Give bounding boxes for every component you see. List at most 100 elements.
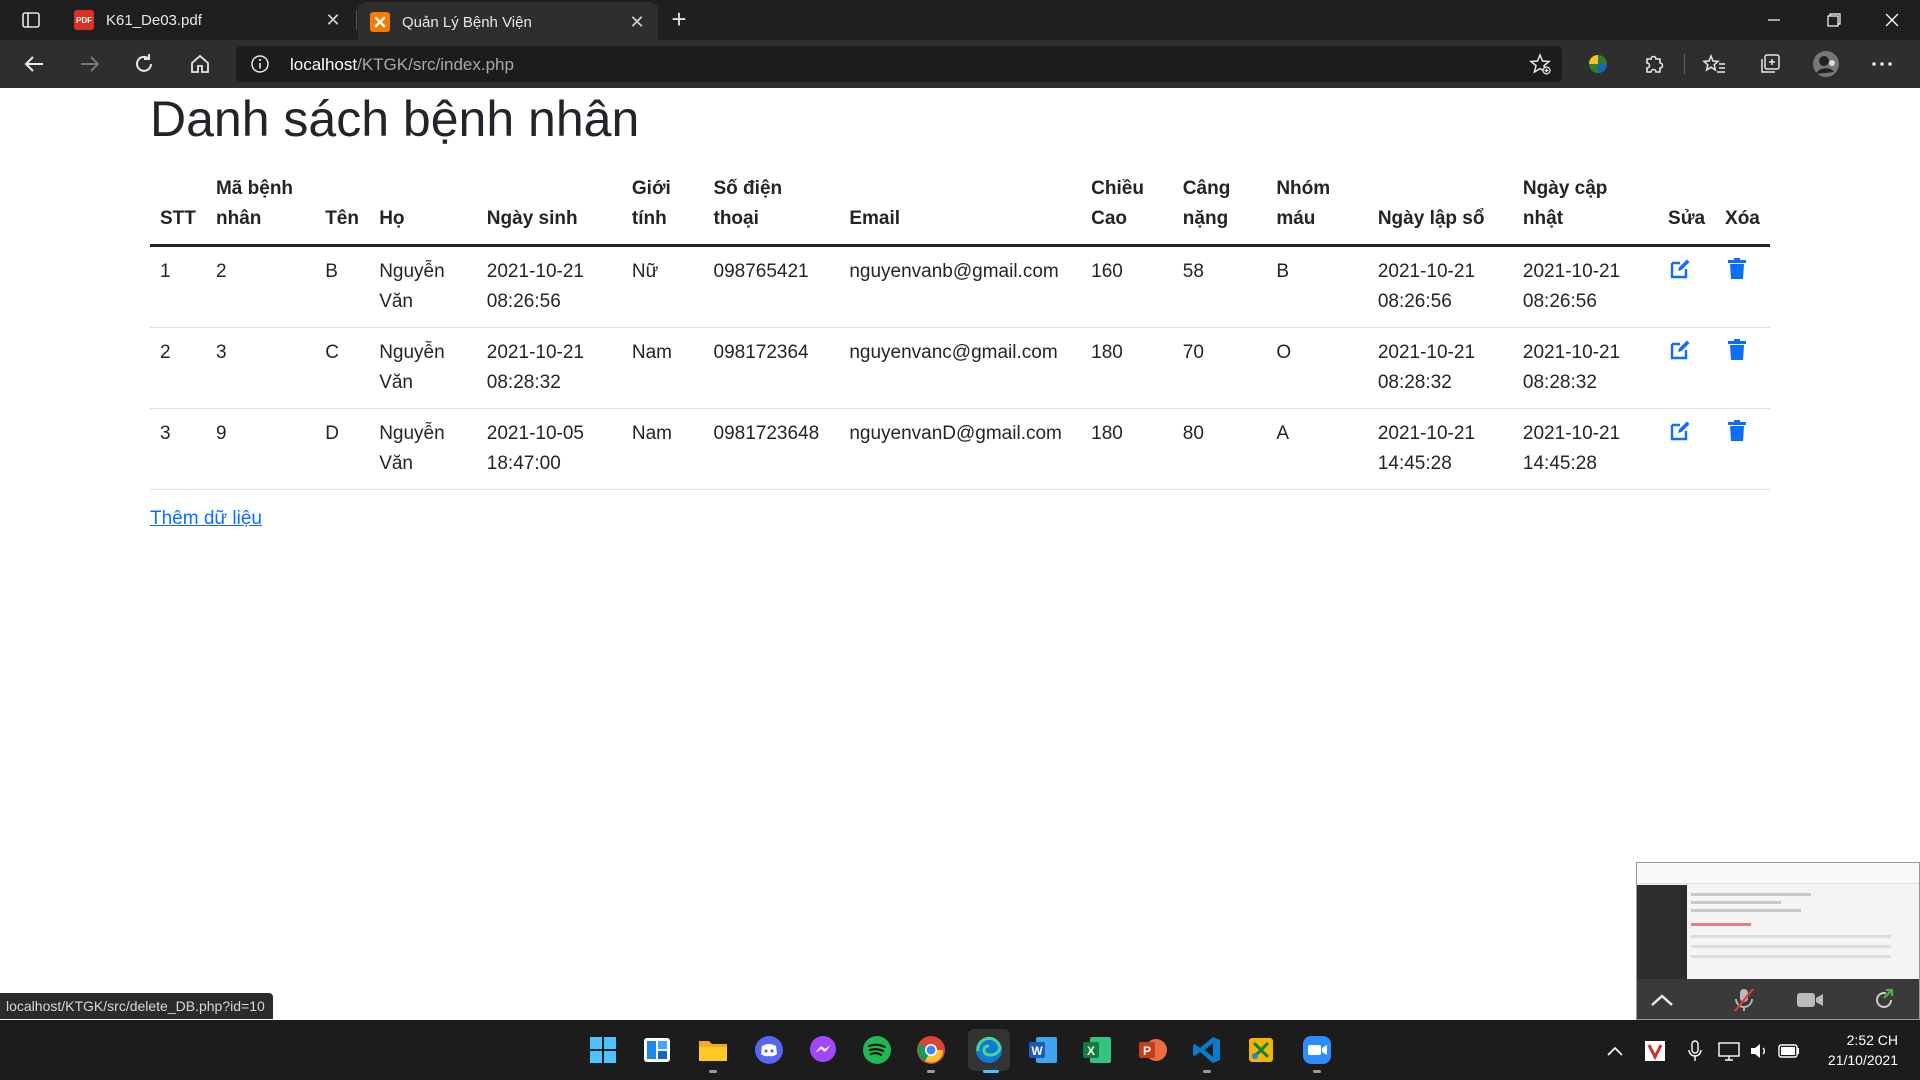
mute-button[interactable] [1729,987,1759,1013]
cell-birth-date: 2021-10-21 08:28:32 [476,327,622,409]
column-header: Tên [315,168,370,247]
column-header: Giới tính [621,168,704,247]
discord-icon[interactable] [752,1033,786,1067]
messenger-icon[interactable] [806,1033,840,1067]
mini-control-bar [1637,979,1919,1019]
settings-more-button[interactable] [1868,50,1896,78]
spotify-icon[interactable] [860,1033,894,1067]
cell-height: 180 [1081,327,1173,409]
table-row: 3 9 D Nguyễn Văn 2021-10-05 18:47:00 Nam… [150,408,1770,490]
minimize-button[interactable] [1746,0,1802,40]
snip-icon[interactable] [1244,1033,1278,1067]
close-window-button[interactable] [1864,0,1920,40]
cell-stt: 3 [150,408,206,490]
trash-icon[interactable] [1725,257,1749,281]
restore-button[interactable] [1806,0,1862,40]
cell-created-date: 2021-10-21 14:45:28 [1367,408,1513,490]
profile-button[interactable] [1812,50,1840,78]
windows-taskbar: W X P 2:52 CH 21/10/2021 [0,1020,1920,1080]
video-button[interactable] [1795,987,1825,1013]
extensions-button[interactable] [1640,50,1668,78]
home-icon [191,54,209,73]
share-screen-button[interactable] [1869,987,1899,1013]
home-button[interactable] [182,48,218,80]
cell-blood-type: A [1266,408,1368,490]
tab-hospital-management[interactable]: Quản Lý Bệnh Viện ✕ [358,2,658,42]
volume-icon[interactable] [1748,1040,1770,1062]
tab-actions-button[interactable] [14,8,48,32]
page-title: Danh sách bệnh nhân [150,91,640,147]
new-tab-button[interactable]: + [664,4,694,34]
edit-icon[interactable] [1668,338,1692,362]
back-button[interactable] [16,48,52,80]
powerpoint-icon[interactable]: P [1136,1033,1170,1067]
url-host: localhost [290,55,358,74]
cell-edit [1658,408,1716,490]
close-icon [1885,13,1899,27]
forward-button[interactable] [72,48,108,80]
collections-button[interactable] [1756,50,1784,78]
file-explorer-icon[interactable] [696,1033,730,1067]
trash-icon[interactable] [1725,338,1749,362]
close-tab-icon[interactable]: ✕ [624,12,650,33]
tab-title: K61_De03.pdf [106,11,202,29]
cell-stt: 1 [150,245,206,328]
browser-toolbar: localhost/KTGK/src/index.php [0,40,1920,88]
tab-title: Quản Lý Bệnh Viện [402,13,532,31]
trash-icon[interactable] [1725,419,1749,443]
chrome-icon[interactable] [914,1033,948,1067]
system-clock[interactable]: 2:52 CH 21/10/2021 [1828,1030,1898,1070]
column-header: Số điện thoại [703,168,840,247]
add-data-link[interactable]: Thêm dữ liệu [150,508,262,530]
refresh-button[interactable] [126,48,162,80]
favorites-button[interactable] [1700,50,1728,78]
close-tab-icon[interactable]: ✕ [320,10,346,31]
expand-button[interactable] [1647,987,1677,1013]
column-header: Câng nặng [1172,168,1267,247]
word-icon[interactable]: W [1026,1033,1060,1067]
cell-last-name: Nguyễn Văn [369,408,477,490]
battery-icon[interactable] [1778,1040,1800,1062]
mini-shared-content [1691,889,1911,977]
network-icon[interactable] [1718,1040,1740,1062]
cell-gender: Nam [621,327,704,409]
edit-icon[interactable] [1668,257,1692,281]
windows-start-icon[interactable] [586,1033,620,1067]
address-bar[interactable]: localhost/KTGK/src/index.php [236,46,1562,82]
clock-date: 21/10/2021 [1827,1052,1898,1068]
excel-icon[interactable]: X [1080,1033,1114,1067]
tab-actions-icon [22,12,40,28]
toolbar-divider [1684,54,1685,74]
tab-pdf[interactable]: PDF K61_De03.pdf ✕ [62,0,354,40]
vietnamese-input-icon[interactable] [1644,1040,1666,1062]
cell-first-name: C [315,327,370,409]
cell-email: nguyenvanc@gmail.com [839,327,1082,409]
tab-separator [356,10,357,30]
extension-button[interactable] [1584,50,1612,78]
running-indicator [1203,1070,1211,1073]
cell-weight: 58 [1172,245,1267,328]
zoom-mini-window[interactable] [1636,862,1920,1020]
add-favorite-icon[interactable] [1528,52,1552,76]
mini-window-titlebar [1637,863,1919,884]
column-header: Xóa [1715,168,1770,247]
zoom-icon[interactable] [1300,1033,1334,1067]
site-info-icon[interactable] [250,54,270,74]
show-hidden-icons[interactable] [1604,1040,1626,1062]
cell-weight: 80 [1172,408,1267,490]
cell-email: nguyenvanD@gmail.com [839,408,1082,490]
cell-phone: 098765421 [703,245,840,328]
video-camera-icon [1797,993,1823,1007]
cell-gender: Nữ [621,245,704,328]
browser-tab-bar: PDF K61_De03.pdf ✕ Quản Lý Bệnh Viện ✕ + [0,0,1920,42]
active-indicator [983,1070,999,1073]
edge-icon[interactable] [968,1029,1010,1071]
vscode-icon[interactable] [1190,1033,1224,1067]
cell-phone: 098172364 [703,327,840,409]
favorites-icon [1702,53,1725,73]
microphone-icon[interactable] [1684,1040,1706,1062]
widgets-icon[interactable] [640,1033,674,1067]
edit-icon[interactable] [1668,419,1692,443]
cell-delete [1715,327,1770,409]
collections-icon [1761,54,1780,73]
